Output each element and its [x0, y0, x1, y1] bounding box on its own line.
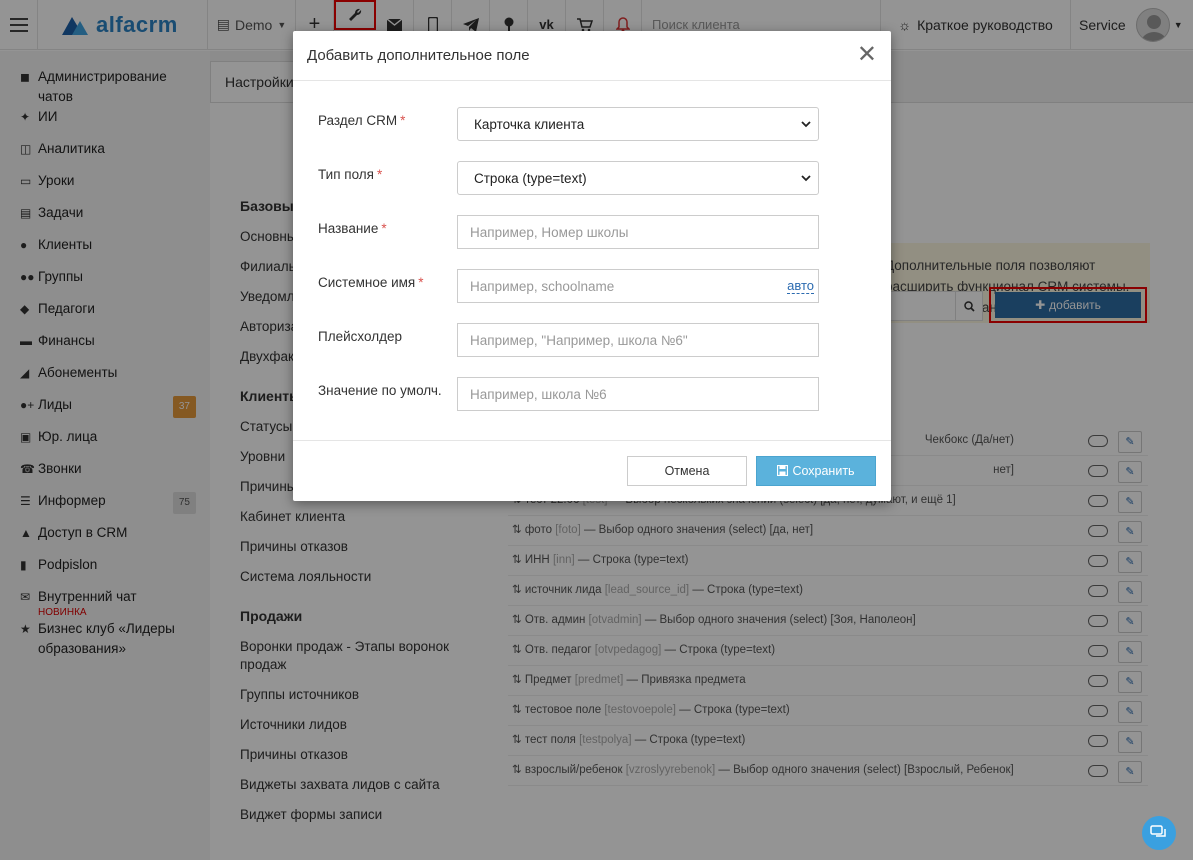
- form-row: Системное имя * Например, schoolname авто: [293, 269, 891, 323]
- form-row: Тип поля * Строка (type=text): [293, 161, 891, 215]
- required-asterisk: *: [400, 113, 406, 128]
- chevron-down-icon: [801, 121, 811, 128]
- default-value-input[interactable]: Например, школа №6: [457, 377, 819, 411]
- form-label: Значение по умолч.: [293, 377, 457, 398]
- input-placeholder: Например, Номер школы: [470, 224, 629, 240]
- field-type-select[interactable]: Строка (type=text): [457, 161, 819, 195]
- auto-generate-link[interactable]: авто: [787, 278, 814, 294]
- form-label: Системное имя *: [293, 269, 457, 290]
- placeholder-input[interactable]: Например, "Например, школа №6": [457, 323, 819, 357]
- required-asterisk: *: [376, 167, 383, 182]
- form-row: Плейсхолдер Например, "Например, школа №6…: [293, 323, 891, 377]
- cancel-label: Отмена: [664, 463, 710, 478]
- name-input[interactable]: Например, Номер школы: [457, 215, 819, 249]
- form-row: Название * Например, Номер школы: [293, 215, 891, 269]
- modal-body: Раздел CRM * Карточка клиента Тип поля * Стро…: [293, 81, 891, 441]
- modal-footer: Отмена Сохранить: [293, 441, 891, 500]
- add-field-modal: Добавить дополнительное поле ✕ Раздел CR…: [293, 31, 891, 501]
- save-button[interactable]: Сохранить: [756, 455, 876, 486]
- required-asterisk: *: [381, 221, 387, 236]
- crm-section-select[interactable]: Карточка клиента: [457, 107, 819, 141]
- save-label: Сохранить: [792, 463, 855, 478]
- form-row: Значение по умолч. Например, школа №6: [293, 377, 891, 431]
- form-label: Раздел CRM *: [293, 107, 457, 128]
- form-label-text: Системное имя: [318, 275, 416, 290]
- select-value: Строка (type=text): [474, 170, 587, 186]
- chat-icon: [1150, 825, 1166, 837]
- form-label-text: Тип поля: [318, 167, 374, 182]
- required-asterisk: *: [418, 275, 424, 290]
- form-label-text: Раздел CRM: [318, 113, 398, 128]
- chevron-down-icon: [801, 175, 811, 182]
- form-label-text: Значение по умолч.: [318, 383, 442, 398]
- form-label-text: Название: [318, 221, 379, 236]
- input-placeholder: Например, "Например, школа №6": [470, 332, 688, 348]
- input-placeholder: Например, schoolname: [470, 278, 615, 294]
- chat-widget-button[interactable]: [1142, 816, 1176, 850]
- form-label: Плейсхолдер: [293, 323, 457, 344]
- modal-header: Добавить дополнительное поле ✕: [293, 31, 891, 81]
- floppy-icon: [777, 465, 789, 476]
- input-placeholder: Например, школа №6: [470, 386, 607, 402]
- close-icon[interactable]: ✕: [857, 43, 877, 67]
- select-value: Карточка клиента: [474, 116, 585, 132]
- form-label: Название *: [293, 215, 457, 236]
- system-name-input[interactable]: Например, schoolname авто: [457, 269, 819, 303]
- form-label-text: Плейсхолдер: [318, 329, 402, 344]
- modal-title: Добавить дополнительное поле: [307, 47, 530, 64]
- form-row: Раздел CRM * Карточка клиента: [293, 107, 891, 161]
- form-label: Тип поля *: [293, 161, 457, 182]
- cancel-button[interactable]: Отмена: [627, 455, 747, 486]
